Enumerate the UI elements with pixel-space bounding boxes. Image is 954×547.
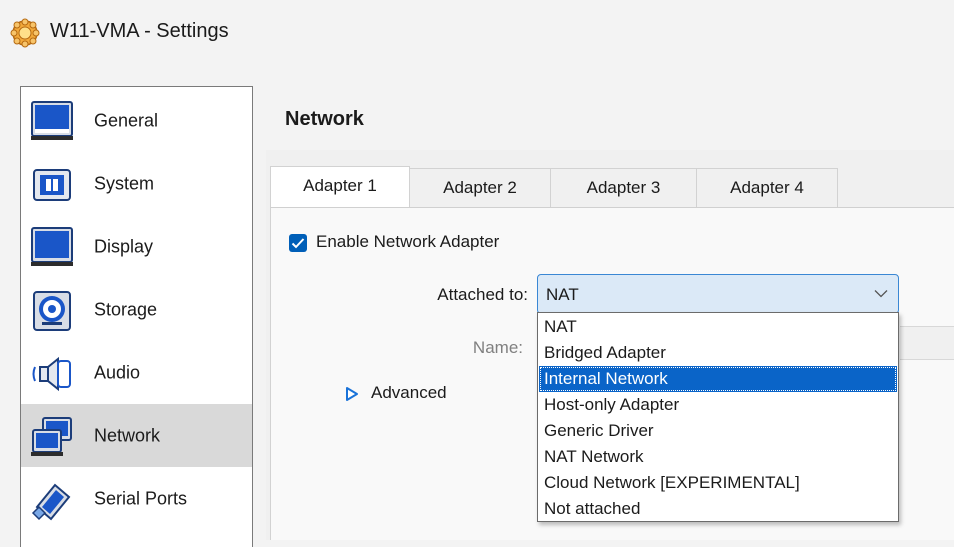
window-title: W11-VMA - Settings [50,20,229,42]
audio-speaker-icon [32,356,71,392]
dropdown-option-host-only-adapter[interactable]: Host-only Adapter [539,392,897,418]
attached-to-label: Attached to: [437,285,528,304]
sidebar-item-label: General [94,110,159,130]
enable-adapter-checkbox[interactable] [289,234,307,252]
system-chip-icon [33,169,71,201]
dropdown-option-nat-network[interactable]: NAT Network [539,444,897,470]
tab-label: Adapter 1 [303,176,377,195]
virtualbox-gear-icon [10,18,40,48]
sidebar-item-label: Serial Ports [94,488,188,508]
sidebar-item-label: Storage [94,299,158,319]
sidebar-item-label: Display [94,236,154,256]
tab-divider [270,207,954,208]
network-monitors-icon [31,417,72,456]
attached-to-dropdown-list: NAT Bridged Adapter Internal Network Hos… [537,312,899,522]
tab-adapter-1-active[interactable]: Adapter 1 [270,166,410,207]
checkmark-icon [291,238,305,249]
tab-adapter-4[interactable]: Adapter 4 [696,168,838,207]
page-title: Network [285,108,364,130]
dropdown-option-not-attached[interactable]: Not attached [539,496,897,522]
chevron-down-icon [874,290,888,298]
dropdown-option-internal-network[interactable]: Internal Network [539,366,897,392]
general-monitor-icon [31,101,73,140]
attached-to-value: NAT [546,285,579,304]
sidebar-item-storage[interactable]: Storage [21,278,252,341]
expand-arrow-icon[interactable] [345,386,359,402]
enable-adapter-label[interactable]: Enable Network Adapter [316,232,499,252]
sidebar-item-label: Audio [94,362,141,382]
tab-label: Adapter 2 [443,178,517,197]
display-monitor-icon [31,227,73,266]
sidebar-item-serial-ports[interactable]: Serial Ports [21,467,252,530]
tab-label: Adapter 4 [730,178,804,197]
tab-label: Adapter 3 [586,178,661,197]
sidebar-item-label: System [94,173,155,193]
name-label: Name: [472,338,523,357]
sidebar-item-network[interactable]: Network [21,404,252,467]
tab-adapter-3[interactable]: Adapter 3 [550,168,697,207]
dropdown-option-cloud-network[interactable]: Cloud Network [EXPERIMENTAL] [539,470,897,496]
sidebar-item-label: Network [94,425,161,445]
dropdown-option-nat[interactable]: NAT [539,314,897,340]
sidebar-item-display[interactable]: Display [21,215,252,278]
settings-sidebar: General System Display Storage Audio Net… [20,86,253,547]
serial-port-icon [31,483,71,521]
attached-to-select[interactable]: NAT [537,274,899,314]
sidebar-item-general[interactable]: General [21,89,252,152]
dropdown-option-generic-driver[interactable]: Generic Driver [539,418,897,444]
dropdown-option-bridged-adapter[interactable]: Bridged Adapter [539,340,897,366]
tab-adapter-2[interactable]: Adapter 2 [409,168,551,207]
sidebar-item-audio[interactable]: Audio [21,341,252,404]
title-bar: W11-VMA - Settings [0,0,954,66]
name-select[interactable] [900,326,954,360]
advanced-toggle[interactable]: Advanced [371,383,447,403]
sidebar-item-system[interactable]: System [21,152,252,215]
storage-disc-icon [33,291,71,331]
